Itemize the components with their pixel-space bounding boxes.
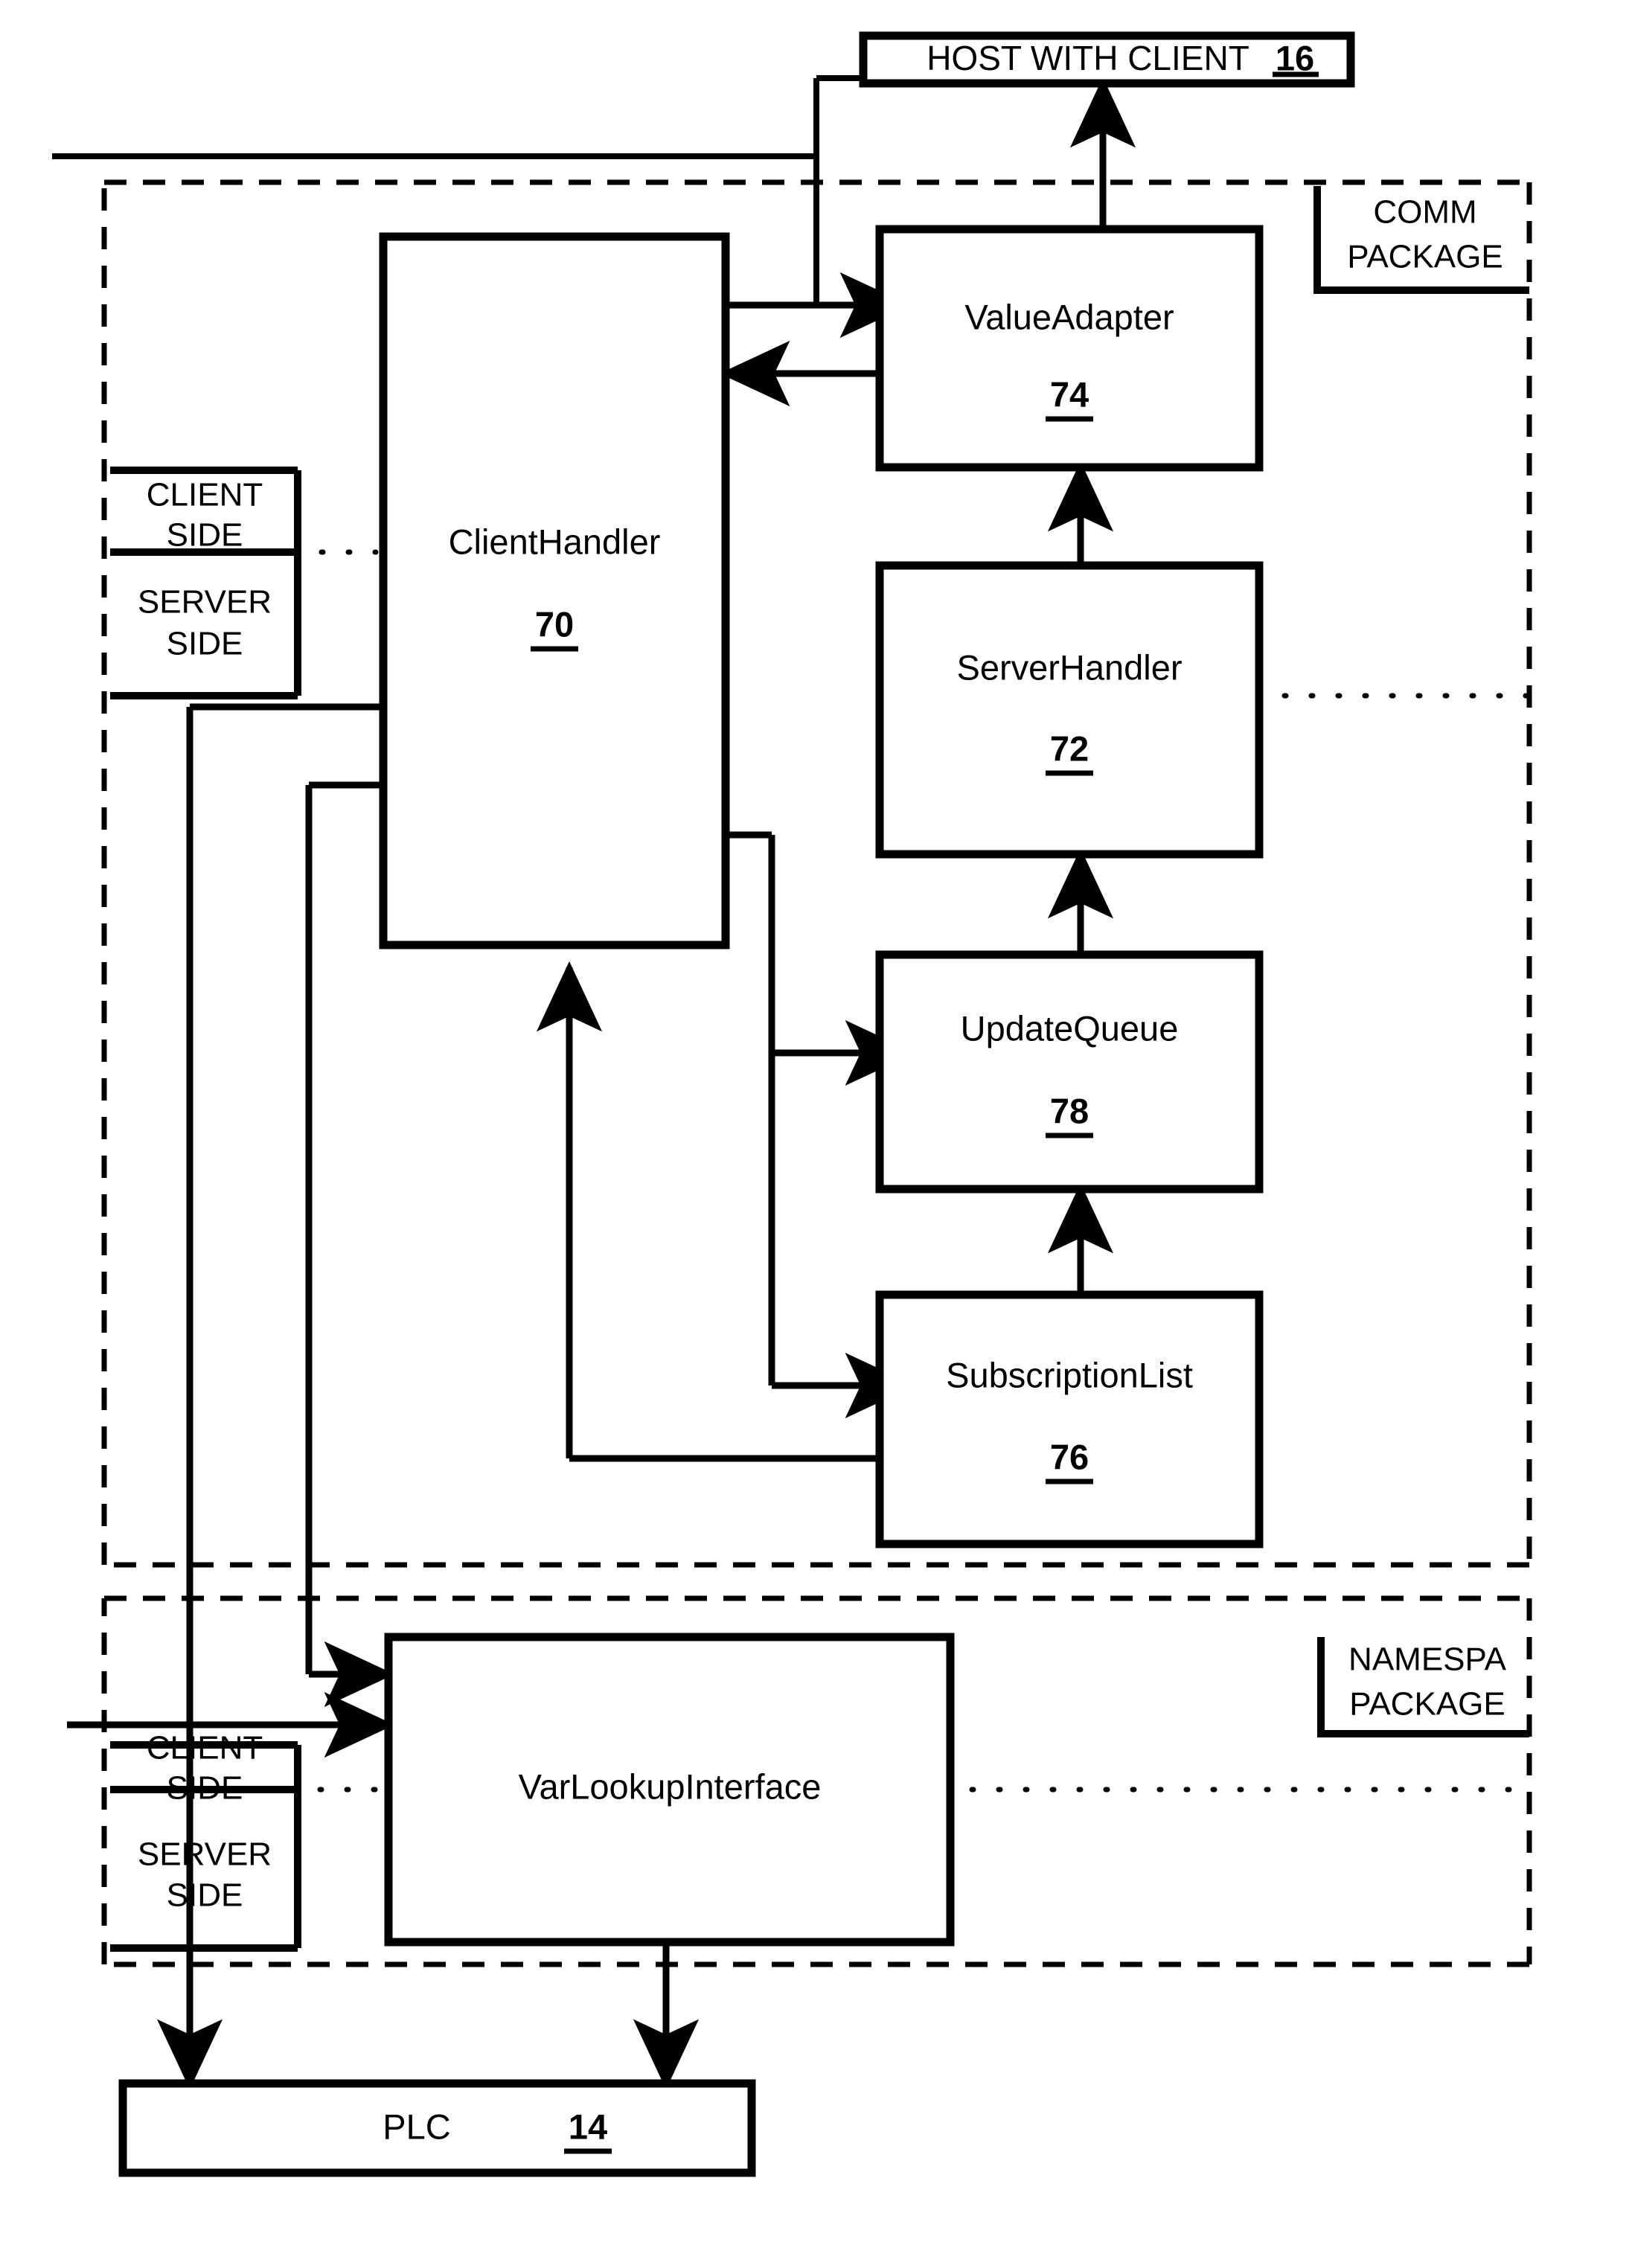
client-handler-ref: 70 (535, 604, 574, 644)
server-handler-ref: 72 (1050, 728, 1089, 768)
host-label: HOST WITH CLIENT (927, 39, 1249, 77)
comm-package-label-line2: PACKAGE (1347, 239, 1503, 275)
comm-package-boundary (101, 179, 1532, 1568)
update-queue-ref: 78 (1050, 1091, 1089, 1130)
node-update-queue[interactable] (875, 950, 1264, 1194)
server-handler-label: ServerHandler (956, 647, 1182, 687)
lower-client-side-line1: CLIENT (147, 1730, 263, 1766)
value-adapter-label: ValueAdapter (964, 297, 1174, 336)
patent-figure: HOST WITH CLIENT 16 ClientHandler 70 Val… (0, 0, 1632, 2268)
update-queue-label: UpdateQueue (961, 1008, 1179, 1048)
lower-server-side-line2: SIDE (167, 1877, 243, 1914)
host-ref: 16 (1276, 38, 1314, 77)
client-handler-label: ClientHandler (449, 522, 661, 561)
namespace-package-label-line1: NAMESPA (1348, 1641, 1507, 1678)
lower-client-side-line2: SIDE (167, 1770, 243, 1807)
namespace-package-label-line2: PACKAGE (1349, 1686, 1505, 1723)
comm-package-label-line1: COMM (1373, 194, 1476, 231)
upper-client-side-line1: CLIENT (147, 477, 263, 513)
var-lookup-label: VarLookupInterface (519, 1766, 822, 1806)
lower-server-side-line1: SERVER (138, 1836, 272, 1873)
value-adapter-ref: 74 (1050, 374, 1089, 414)
node-subscription-list[interactable] (875, 1290, 1264, 1548)
upper-server-side-line1: SERVER (138, 584, 272, 621)
clienthandler-to-varlookup-line (305, 781, 395, 1708)
node-client-handler[interactable] (379, 232, 730, 949)
host-left-feed-line (52, 75, 863, 159)
plc-label: PLC (383, 2107, 450, 2146)
subscription-list-ref: 76 (1050, 1437, 1089, 1476)
node-value-adapter[interactable] (875, 225, 1264, 472)
subscription-list-label: SubscriptionList (946, 1355, 1193, 1394)
upper-client-side-line2: SIDE (167, 517, 243, 554)
plc-ref: 14 (569, 2107, 607, 2146)
diagram-canvas: HOST WITH CLIENT 16 ClientHandler 70 Val… (52, 31, 1532, 2177)
upper-server-side-line2: SIDE (167, 626, 243, 662)
node-server-handler[interactable] (875, 561, 1264, 859)
